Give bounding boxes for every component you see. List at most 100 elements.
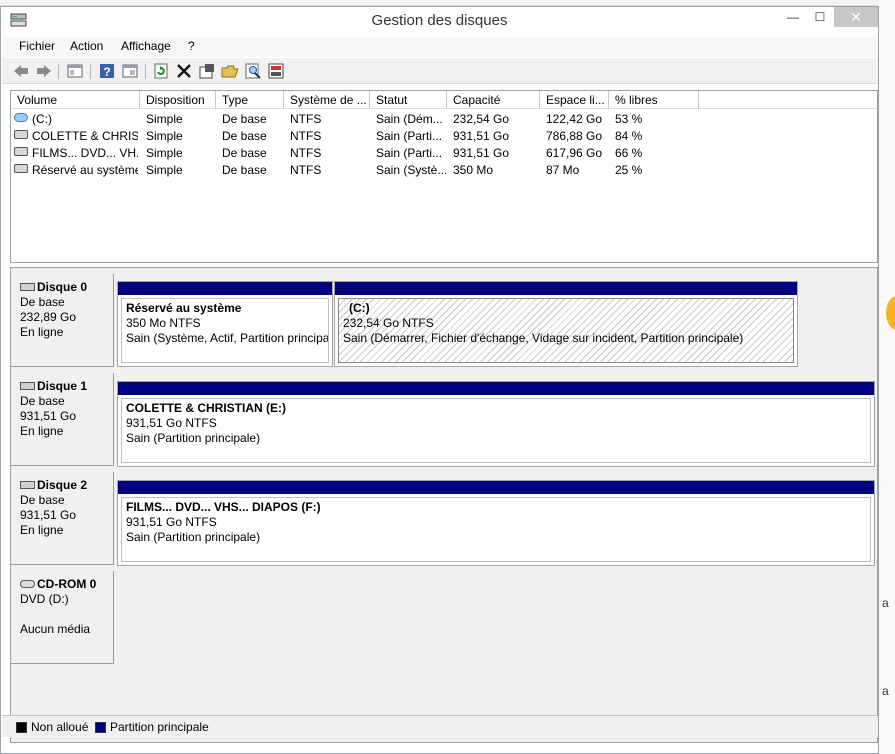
column-header-free-space[interactable]: Espace li...: [540, 91, 609, 109]
toolbar: ?: [2, 58, 878, 84]
minimize-button[interactable]: —: [780, 7, 806, 27]
menu-help[interactable]: ?: [188, 39, 195, 53]
svg-text:?: ?: [103, 65, 110, 79]
window-title: Gestion des disques: [371, 12, 508, 29]
column-header-type[interactable]: Type: [216, 91, 284, 109]
background-letter: a: [882, 596, 889, 610]
drive-icon: [14, 130, 28, 139]
column-header-disposition[interactable]: Disposition: [140, 91, 216, 109]
console-tree-icon[interactable]: [66, 62, 84, 80]
hard-disk-icon: [20, 382, 35, 390]
volume-filesystem: NTFS: [290, 112, 322, 126]
cdrom-0-label[interactable]: CD-ROM 0 DVD (D:) Aucun média: [11, 571, 114, 664]
title-bar[interactable]: Gestion des disques — ☐ ✕: [1, 7, 878, 35]
partition-status: Sain (Démarrer, Fichier d'échange, Vidag…: [343, 331, 744, 345]
volume-disposition: Simple: [146, 129, 183, 143]
volume-percent-free: 84 %: [615, 129, 643, 143]
column-header-capacity[interactable]: Capacité: [447, 91, 540, 109]
disk-name: Disque 1: [37, 379, 88, 393]
disk-kind: De base: [20, 394, 65, 408]
partition-f-drive[interactable]: FILMS... DVD... VHS... DIAPOS (F:) 931,5…: [117, 480, 875, 566]
maximize-button[interactable]: ☐: [807, 7, 833, 27]
disk-map: Disque 0 De base 232,89 Go En ligne Rése…: [10, 267, 878, 743]
volume-disposition: Simple: [146, 163, 183, 177]
disk-size: 931,51 Go: [20, 508, 77, 522]
disk-name: CD-ROM 0: [37, 577, 97, 591]
search-icon[interactable]: [244, 62, 262, 80]
menu-fichier[interactable]: Fichier: [19, 39, 55, 53]
help-icon[interactable]: ?: [98, 62, 116, 80]
column-header-filesystem[interactable]: Système de ...: [284, 91, 370, 109]
volume-name: (C:): [32, 112, 52, 126]
background-window-edge: a a: [878, 0, 895, 754]
volume-capacity: 931,51 Go: [453, 146, 510, 160]
partition-e-drive[interactable]: COLETTE & CHRISTIAN (E:) 931,51 Go NTFS …: [117, 381, 875, 467]
volume-filesystem: NTFS: [290, 163, 322, 177]
delete-icon[interactable]: [175, 62, 193, 80]
volume-type: De base: [222, 146, 267, 160]
background-letter: a: [882, 684, 889, 698]
partition-size: 350 Mo NTFS: [126, 316, 201, 330]
column-header-percent-free[interactable]: % libres: [609, 91, 699, 109]
volume-free-space: 87 Mo: [546, 163, 580, 177]
volume-disposition: Simple: [146, 146, 183, 160]
disk-state: Aucun média: [20, 622, 91, 636]
volume-capacity: 931,51 Go: [453, 129, 510, 143]
volume-percent-free: 53 %: [615, 112, 643, 126]
volume-percent-free: 66 %: [615, 146, 643, 160]
volume-status: Sain (Dém...: [376, 112, 443, 126]
forward-arrow-icon[interactable]: [35, 62, 53, 80]
properties-icon[interactable]: [121, 62, 139, 80]
menu-bar: Fichier Action Affichage ?: [2, 37, 878, 57]
disk-state: En ligne: [20, 325, 64, 339]
volume-capacity: 350 Mo: [453, 163, 494, 177]
volume-row[interactable]: FILMS... DVD... VH... Simple De base NTF…: [11, 144, 877, 161]
back-arrow-icon[interactable]: [12, 62, 30, 80]
rescan-icon[interactable]: [267, 62, 285, 80]
legend: Non alloué Partition principale: [2, 715, 878, 737]
partition-size: 232,54 Go NTFS: [343, 316, 434, 330]
menu-affichage[interactable]: Affichage: [121, 39, 171, 53]
volume-status: Sain (Parti...: [376, 146, 443, 160]
partition-status: Sain (Partition principale): [126, 530, 261, 544]
partition-status: Sain (Partition principale): [126, 431, 261, 445]
volume-name: COLETTE & CHRIS...: [32, 129, 138, 143]
partition-status: Sain (Système, Actif, Partition principa…: [126, 331, 329, 345]
column-header-status[interactable]: Statut: [370, 91, 447, 109]
volume-status: Sain (Parti...: [376, 129, 443, 143]
refresh-icon[interactable]: [152, 62, 170, 80]
volume-name: FILMS... DVD... VH...: [32, 146, 138, 160]
disk-2-label[interactable]: Disque 2 De base 931,51 Go En ligne: [11, 472, 114, 565]
disk-1-label[interactable]: Disque 1 De base 931,51 Go En ligne: [11, 373, 114, 466]
column-header-volume[interactable]: Volume: [11, 91, 140, 109]
partition-name: FILMS... DVD... VHS... DIAPOS (F:): [126, 500, 321, 514]
primary-partition-bar: [335, 282, 797, 295]
disk-size: 232,89 Go: [20, 310, 77, 324]
open-folder-icon[interactable]: [221, 62, 239, 80]
partition-name: Réservé au système: [126, 301, 242, 315]
volume-row[interactable]: (C:) Simple De base NTFS Sain (Dém... 23…: [11, 110, 877, 127]
volume-row[interactable]: COLETTE & CHRIS... Simple De base NTFS S…: [11, 127, 877, 144]
partition-name: COLETTE & CHRISTIAN (E:): [126, 401, 286, 415]
primary-partition-bar: [118, 282, 332, 295]
partition-reserved-system[interactable]: Réservé au système 350 Mo NTFS Sain (Sys…: [117, 281, 333, 367]
settings-icon[interactable]: [198, 62, 216, 80]
partition-c-drive[interactable]: (C:) 232,54 Go NTFS Sain (Démarrer, Fich…: [334, 281, 798, 367]
hard-disk-icon: [20, 481, 35, 489]
cdrom-empty-area: [115, 568, 877, 666]
close-button[interactable]: ✕: [834, 7, 878, 27]
partition-name: (C:): [349, 301, 370, 315]
disk-0-label[interactable]: Disque 0 De base 232,89 Go En ligne: [11, 274, 114, 367]
unallocated-swatch: [16, 722, 27, 733]
volume-filesystem: NTFS: [290, 129, 322, 143]
menu-action[interactable]: Action: [70, 39, 103, 53]
partition-size: 931,51 Go NTFS: [126, 515, 217, 529]
volume-row[interactable]: Réservé au système Simple De base NTFS S…: [11, 161, 877, 178]
volume-free-space: 122,42 Go: [546, 112, 603, 126]
primary-partition-swatch: [95, 722, 106, 733]
volume-free-space: 617,96 Go: [546, 146, 603, 160]
primary-partition-bar: [118, 382, 874, 395]
volume-status: Sain (Systè...: [376, 163, 446, 177]
volume-name: Réservé au système: [32, 163, 138, 177]
system-drive-icon: [14, 113, 28, 122]
